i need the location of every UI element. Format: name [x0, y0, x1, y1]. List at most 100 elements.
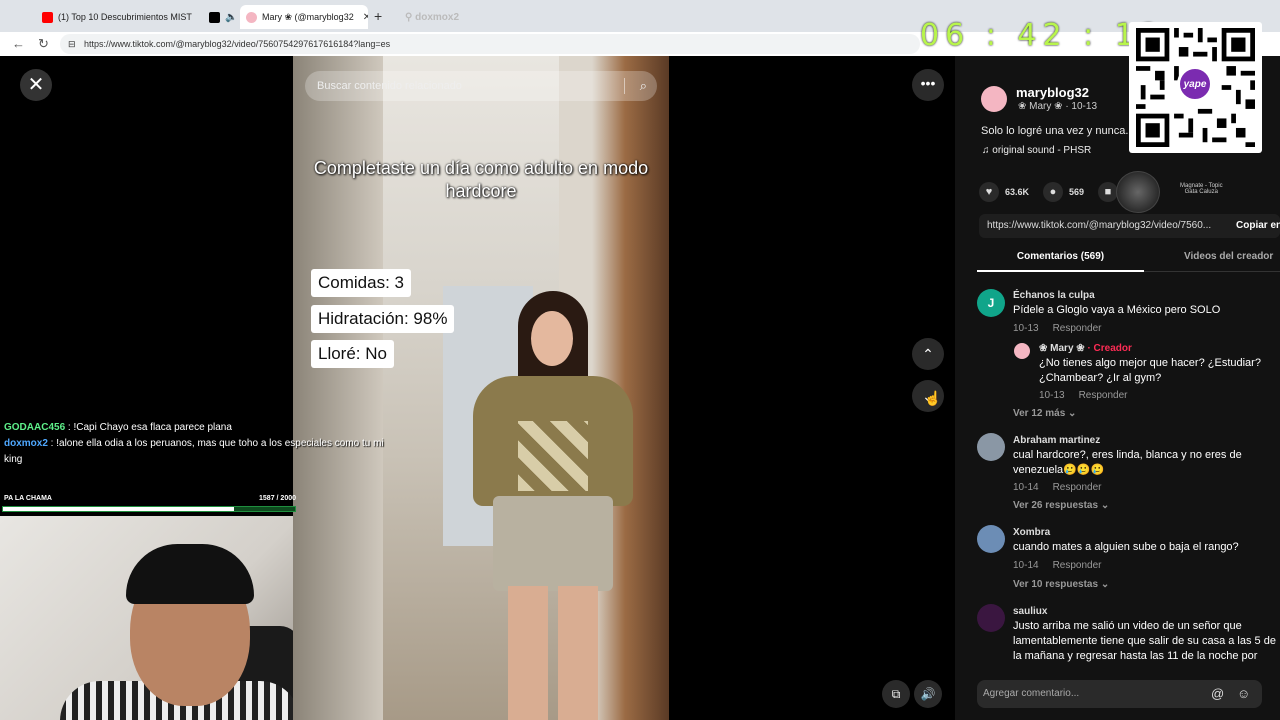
- view-more-replies[interactable]: Ver 12 más ⌄: [1013, 408, 1076, 419]
- speaker-icon: 🔈: [225, 11, 238, 23]
- creator-avatar[interactable]: [981, 86, 1007, 112]
- back-icon[interactable]: ←: [12, 36, 25, 51]
- screen: (1) Top 10 Descubrimientos MIST 🔈 Mary ❀…: [0, 0, 1280, 720]
- reply-author-name: ❀ Mary ❀: [1039, 343, 1085, 354]
- stat-meals: Comidas: 3: [311, 269, 411, 297]
- chat-message: GODAAC456 : !Capi Chayo esa flaca parece…: [4, 420, 384, 436]
- close-tab-icon[interactable]: ✕: [363, 12, 368, 23]
- tab-comments[interactable]: Comentarios (569): [977, 246, 1144, 272]
- goal-label: PA LA CHAMA: [4, 495, 52, 502]
- close-icon: ✕: [27, 74, 45, 96]
- stat-cried: Lloré: No: [311, 340, 394, 368]
- url-field[interactable]: ⊟ https://www.tiktok.com/@maryblog32/vid…: [60, 34, 920, 54]
- video-link-text: https://www.tiktok.com/@maryblog32/video…: [987, 220, 1212, 231]
- copy-link-button[interactable]: Copiar enl: [1232, 214, 1280, 238]
- ellipsis-icon: •••: [920, 75, 936, 91]
- scene-person-face: [531, 311, 573, 366]
- emoji-icon[interactable]: ☺: [1237, 680, 1250, 708]
- reply-meta: 10-13 Responder: [1039, 390, 1128, 401]
- video-description: Solo lo logré una vez y nunca...: [981, 125, 1135, 137]
- comment-author[interactable]: Échanos la culpa: [1013, 290, 1095, 301]
- view-replies[interactable]: Ver 26 respuestas ⌄: [1013, 500, 1109, 511]
- reply-button[interactable]: Responder: [1053, 560, 1102, 571]
- favorite-button[interactable]: ■: [1098, 182, 1118, 202]
- site-info-icon[interactable]: ⊟: [68, 34, 76, 54]
- sound-link[interactable]: ♫ original sound - PHSR: [982, 145, 1091, 156]
- creator-username[interactable]: maryblog32: [1016, 85, 1089, 100]
- like-count: 63.6K: [1005, 187, 1030, 197]
- comment-text: Pídele a Gloglo vaya a México pero SOLO: [1013, 304, 1221, 316]
- chat-message: doxmox2 : !alone ella odia a los peruano…: [4, 436, 384, 468]
- chat-username: GODAAC456: [4, 422, 66, 433]
- tab-ghost-label: ⚲ doxmox2: [405, 12, 459, 23]
- more-options-button[interactable]: •••: [912, 69, 944, 101]
- comment-author[interactable]: Xombra: [1013, 527, 1050, 538]
- mention-icon[interactable]: @: [1211, 680, 1224, 708]
- video-caption: Completaste un día como adulto en modo h…: [313, 158, 649, 201]
- comment-date: 10-14: [1013, 482, 1039, 493]
- commenter-avatar[interactable]: [977, 525, 1005, 553]
- mouse-cursor-icon: ☝: [924, 390, 942, 406]
- commenter-avatar[interactable]: J: [977, 289, 1005, 317]
- comment-count: 569: [1069, 187, 1085, 197]
- close-video-button[interactable]: ✕: [20, 69, 52, 101]
- cam-hair: [126, 544, 254, 604]
- details-tabs: Comentarios (569) Videos del creador: [977, 246, 1280, 272]
- goal-progress-track: [2, 506, 296, 512]
- creator-subtitle: ❀ Mary ❀ · 10-13: [1018, 101, 1097, 112]
- view-replies[interactable]: Ver 10 respuestas ⌄: [1013, 579, 1109, 590]
- comment-author[interactable]: Abraham martinez: [1013, 435, 1100, 446]
- volume-button[interactable]: 🔊: [914, 680, 942, 708]
- related-search-input[interactable]: Buscar contenido relacionado ⌕: [305, 71, 657, 101]
- add-comment-input[interactable]: Agregar comentario... @ ☺: [977, 680, 1262, 708]
- reply-button[interactable]: Responder: [1053, 323, 1102, 334]
- comment-text: cual hardcore?, eres linda, blanca y no …: [1013, 449, 1242, 476]
- reply-button[interactable]: Responder: [1053, 482, 1102, 493]
- comment-text: Justo arriba me salió un video de un señ…: [1013, 620, 1276, 662]
- reload-icon[interactable]: ↻: [38, 36, 49, 52]
- tab-tiktok-mary[interactable]: Mary ❀ (@maryblog32 ✕: [240, 5, 368, 29]
- ghost-tab-title: doxmox2: [415, 12, 460, 23]
- music-subtitle: Gata Caluza: [1184, 189, 1218, 195]
- reply-author[interactable]: ❀ Mary ❀ · Creador: [1039, 343, 1132, 354]
- music-info: Magnate - Topic Gata Caluza: [1180, 183, 1223, 195]
- comment-meta: 10-13 Responder: [1013, 323, 1102, 334]
- url-text: https://www.tiktok.com/@maryblog32/video…: [84, 39, 391, 49]
- streamer-webcam: [0, 516, 293, 720]
- creator-reply-avatar[interactable]: [1014, 343, 1030, 359]
- reply-button[interactable]: Responder: [1079, 390, 1128, 401]
- reply-date: 10-13: [1039, 390, 1065, 401]
- tab-tiktok-muted[interactable]: 🔈: [203, 5, 243, 29]
- chat-username: doxmox2: [4, 438, 48, 449]
- tab-youtube[interactable]: (1) Top 10 Descubrimientos MIST: [36, 5, 201, 29]
- tab-title: Mary ❀ (@maryblog32: [262, 11, 354, 22]
- commenter-avatar[interactable]: [977, 604, 1005, 632]
- comment-button[interactable]: ● 569: [1043, 182, 1085, 202]
- comment-date: 10-14: [1013, 560, 1039, 571]
- floating-player-button[interactable]: ⧉: [882, 680, 910, 708]
- user-icon: ⚲: [405, 12, 416, 23]
- search-divider: [624, 78, 625, 94]
- comment-author[interactable]: sauliux: [1013, 606, 1047, 617]
- bookmark-icon: ■: [1098, 182, 1118, 202]
- comment-meta: 10-14 Responder: [1013, 482, 1102, 493]
- previous-video-button[interactable]: ⌃: [912, 338, 944, 370]
- comment-placeholder: Agregar comentario...: [983, 688, 1080, 699]
- donation-goal: PA LA CHAMA 1587 / 2000: [2, 492, 296, 514]
- tab-title: (1) Top 10 Descubrimientos MIST: [58, 12, 192, 22]
- like-button[interactable]: ♥ 63.6K: [979, 182, 1030, 202]
- new-tab-button[interactable]: +: [374, 8, 382, 24]
- video-frame[interactable]: [293, 56, 669, 720]
- scene-person-legs: [508, 586, 598, 720]
- profile-icon: [246, 11, 257, 23]
- tab-creator-videos[interactable]: Videos del creador: [1184, 246, 1273, 268]
- comment-date: 10-13: [1013, 323, 1039, 334]
- chat-text: : !Capi Chayo esa flaca parece plana: [65, 422, 232, 433]
- yape-logo: yape: [1177, 66, 1213, 102]
- search-icon[interactable]: ⌕: [640, 71, 647, 101]
- volume-icon: 🔊: [920, 687, 936, 701]
- video-link-field[interactable]: https://www.tiktok.com/@maryblog32/video…: [979, 214, 1280, 238]
- music-disc-icon[interactable]: [1116, 171, 1160, 213]
- scene-person-shorts: [493, 496, 613, 591]
- commenter-avatar[interactable]: [977, 433, 1005, 461]
